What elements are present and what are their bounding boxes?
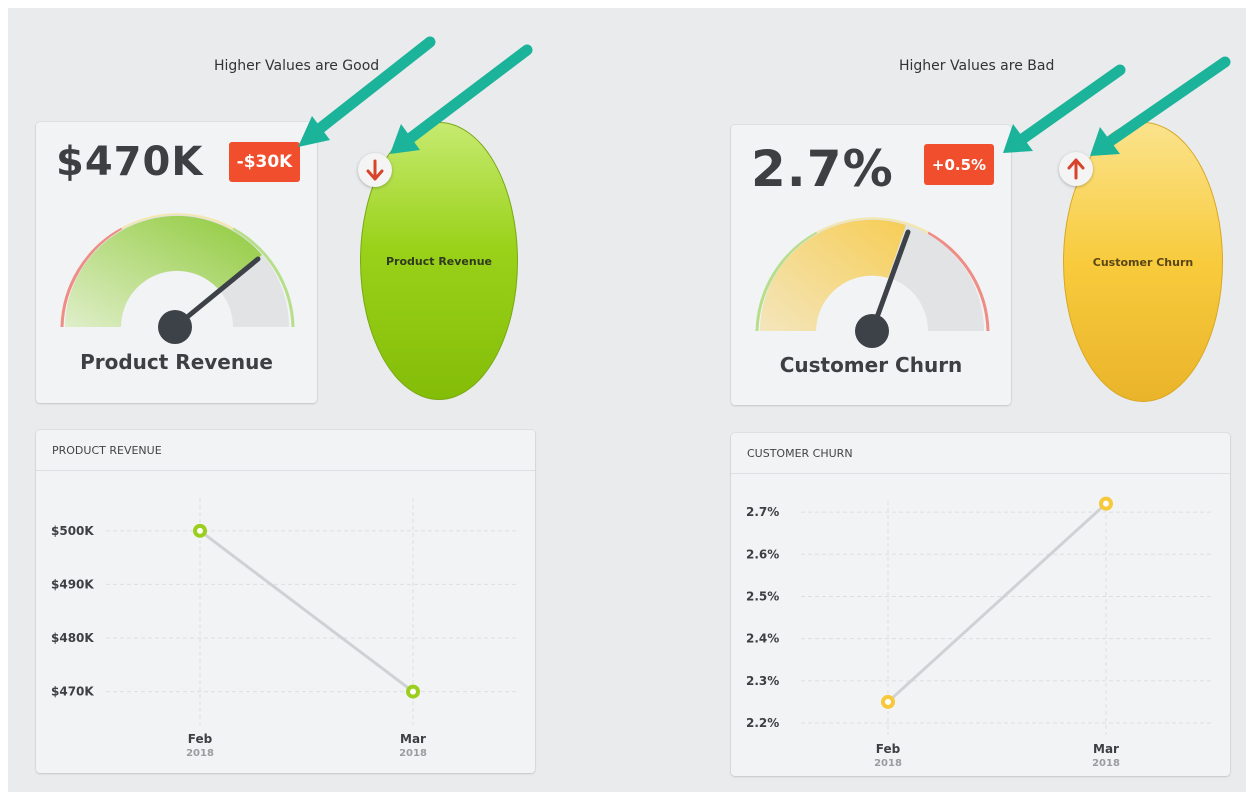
line-chart: $500K $490K $480K $470K Feb 2018 Mar 2018	[51, 498, 516, 759]
chart-panel-customer-churn: CUSTOMER CHURN 2.7% 2.6% 2.5% 2.4% 2.3% 2.2% F…	[731, 433, 1230, 776]
x-tick-label: Mar	[400, 732, 426, 746]
data-point-center	[885, 698, 891, 705]
y-tick-label: 2.5%	[746, 589, 779, 603]
data-point-center	[197, 527, 203, 534]
x-tick-label: Mar	[1093, 742, 1119, 756]
x-tick-sublabel: 2018	[874, 758, 902, 769]
x-tick-sublabel: 2018	[1092, 758, 1120, 769]
data-point-center	[1103, 500, 1109, 507]
y-tick-label: $470K	[51, 685, 94, 699]
kpi-label: Customer Churn	[779, 353, 963, 377]
y-tick-label: $500K	[51, 524, 94, 538]
chart-panel-product-revenue: PRODUCT REVENUE $500K $490K $480K $470K Feb 2…	[36, 430, 535, 773]
y-tick-label: 2.4%	[746, 632, 779, 646]
bubble-label: Product Revenue	[385, 254, 493, 268]
series-line	[886, 502, 1108, 704]
x-tick-label: Feb	[188, 732, 213, 746]
gauge-hub	[158, 310, 192, 344]
gauge-hub	[855, 314, 889, 348]
y-tick-label: $490K	[51, 577, 94, 591]
y-tick-label: 2.7%	[746, 505, 779, 519]
arrow-down-icon	[358, 153, 392, 187]
series-line	[199, 529, 414, 693]
y-tick-label: $480K	[51, 631, 94, 645]
data-point-center	[410, 688, 416, 695]
x-tick-label: Feb	[876, 742, 901, 756]
y-tick-label: 2.2%	[746, 716, 779, 730]
arrow-up-icon	[1059, 152, 1093, 186]
kpi-card-customer-churn[interactable]: 2.7% +0.5% Customer Churn	[731, 125, 1011, 405]
x-tick-sublabel: 2018	[186, 748, 214, 759]
annotation-right: Higher Values are Bad	[899, 58, 1055, 74]
gauge-fill	[760, 219, 906, 331]
bubble-label: Customer Churn	[1092, 255, 1194, 269]
kpi-label: Product Revenue	[80, 350, 273, 374]
line-chart: 2.7% 2.6% 2.5% 2.4% 2.3% 2.2% Feb 2018 Mar 2018	[746, 496, 1211, 769]
y-tick-label: 2.6%	[746, 547, 779, 561]
annotation-left: Higher Values are Good	[214, 58, 380, 74]
y-tick-label: 2.3%	[746, 674, 779, 688]
x-tick-sublabel: 2018	[399, 748, 427, 759]
kpi-card-product-revenue[interactable]: $470K -$30K Product Revenue	[36, 122, 317, 403]
